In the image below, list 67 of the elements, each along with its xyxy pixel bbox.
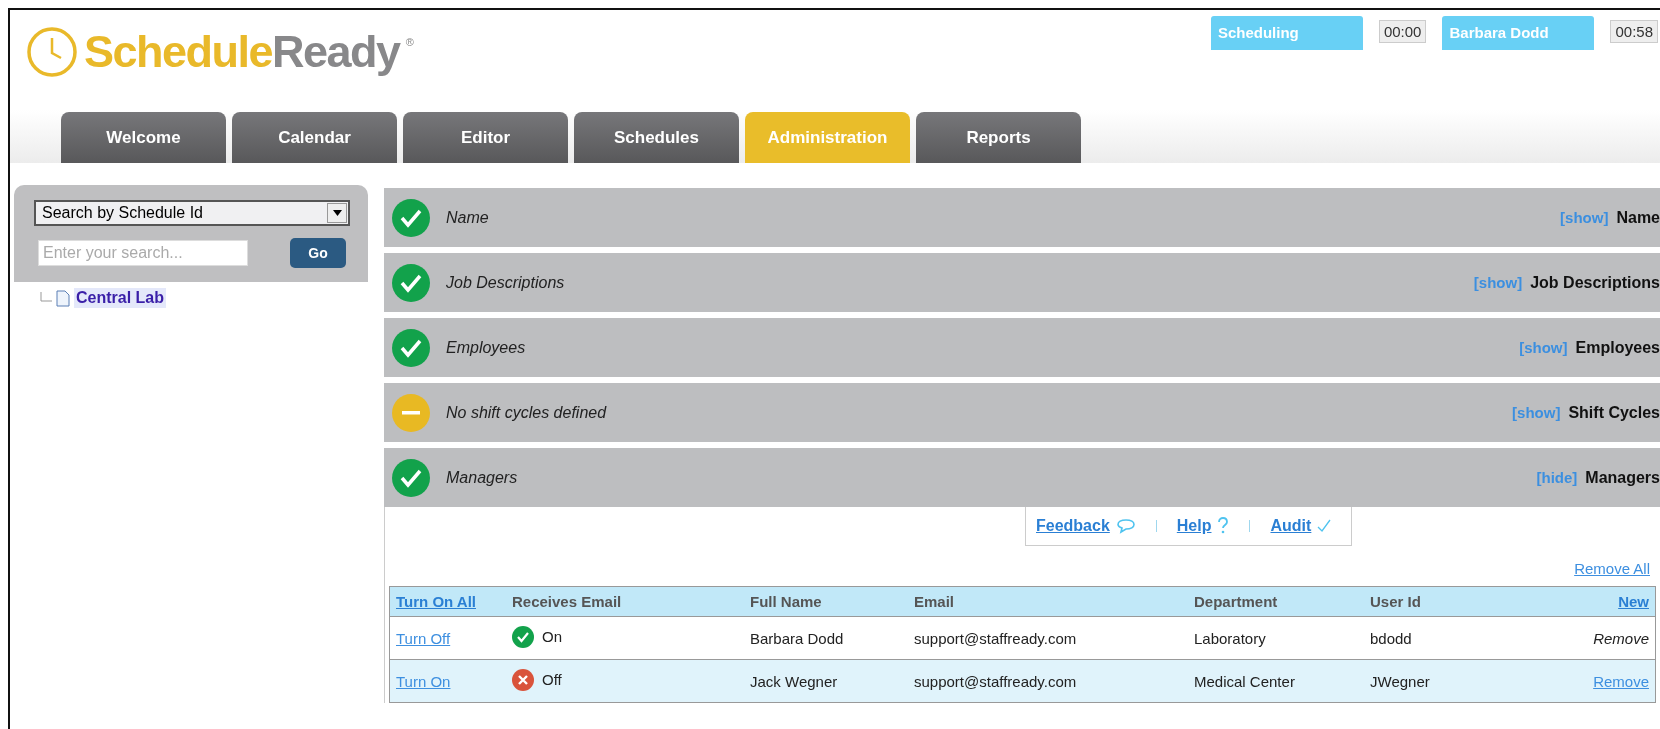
nav-tab[interactable]: Editor <box>403 112 568 163</box>
minus-circle-icon <box>392 393 430 432</box>
section-summary: No shift cycles defined <box>446 403 607 422</box>
section-header[interactable]: Employees [show] Employees <box>384 318 1660 377</box>
check-circle-icon <box>392 328 430 367</box>
status-label: Barbara Dodd <box>1442 16 1595 50</box>
search-mode-dropdown[interactable]: Search by Schedule Id <box>34 200 350 226</box>
column-header: Receives Email <box>512 593 622 610</box>
table-cell: Barbara Dodd <box>750 629 844 647</box>
section-header[interactable]: Name [show] Name <box>384 188 1660 247</box>
column-header: Department <box>1194 593 1278 610</box>
table-cell: Off <box>542 671 562 688</box>
table-cell: Jack Wegner <box>750 672 838 690</box>
remove-link: Remove <box>1593 629 1649 647</box>
section-title: Managers <box>1585 468 1660 487</box>
section-title: Name <box>1616 208 1660 227</box>
status-label: Scheduling <box>1210 16 1363 50</box>
registered-mark: ® <box>405 36 414 48</box>
nav-tab[interactable]: Reports <box>916 112 1081 163</box>
dropdown-arrow-icon <box>332 210 342 216</box>
table-cell: support@staffready.com <box>914 672 1077 690</box>
toggle-email-link[interactable]: Turn Off <box>396 629 451 647</box>
timer: 00:58 <box>1610 20 1658 43</box>
section-title: Job Descriptions <box>1530 273 1660 292</box>
remove-all-link[interactable]: Remove All <box>1574 560 1650 577</box>
table-cell: support@staffready.com <box>914 629 1077 647</box>
column-header: Full Name <box>750 593 822 610</box>
document-icon <box>56 289 70 307</box>
check-circle-icon <box>392 263 430 302</box>
section-header[interactable]: Job Descriptions [show] Job Descriptions <box>384 253 1660 312</box>
table-cell: bdodd <box>1370 629 1412 647</box>
footer-link[interactable]: Help <box>1176 517 1212 535</box>
go-button[interactable]: Go <box>290 238 346 268</box>
search-field[interactable]: Enter your search... <box>38 240 248 266</box>
check-circle-icon <box>392 198 430 237</box>
check-circle-icon <box>392 458 430 497</box>
table-cell: Laboratory <box>1194 629 1266 647</box>
tree-item[interactable]: Central Lab <box>74 288 166 308</box>
table-cell: JWegner <box>1370 672 1430 690</box>
table-cell: On <box>542 628 562 645</box>
table-cell: Medical Center <box>1194 672 1295 690</box>
nav-tab[interactable]: Schedules <box>574 112 739 163</box>
section-summary: Managers <box>446 468 518 487</box>
turn-on-all-link[interactable]: Turn On All <box>396 593 476 610</box>
remove-link[interactable]: Remove <box>1593 672 1649 690</box>
footer-link[interactable]: Audit <box>1270 517 1312 535</box>
clock-icon <box>26 26 78 78</box>
nav-tab[interactable]: Welcome <box>61 112 226 163</box>
nav-tab[interactable]: Calendar <box>232 112 397 163</box>
check-icon <box>1317 519 1332 533</box>
column-header: User Id <box>1370 593 1421 610</box>
section-summary: Name <box>446 208 489 227</box>
speech-bubble-icon <box>1115 518 1136 534</box>
footer-link[interactable]: Feedback <box>1036 517 1110 535</box>
section-header[interactable]: Managers [hide] Managers <box>384 448 1660 507</box>
column-header: Email <box>914 593 955 610</box>
section-header[interactable]: No shift cycles defined [show] Shift Cycles <box>384 383 1660 442</box>
section-title: Shift Cycles <box>1568 403 1660 422</box>
logo-text: ScheduleReady <box>84 26 400 78</box>
new-link[interactable]: New <box>1618 593 1649 610</box>
question-mark-icon <box>1217 517 1230 535</box>
section-title: Employees <box>1575 338 1660 357</box>
section-summary: Employees <box>446 338 526 357</box>
section-summary: Job Descriptions <box>446 273 565 292</box>
toggle-email-link[interactable]: Turn On <box>396 672 451 690</box>
tree-connector-icon <box>40 292 52 304</box>
timer: 00:00 <box>1378 20 1427 43</box>
